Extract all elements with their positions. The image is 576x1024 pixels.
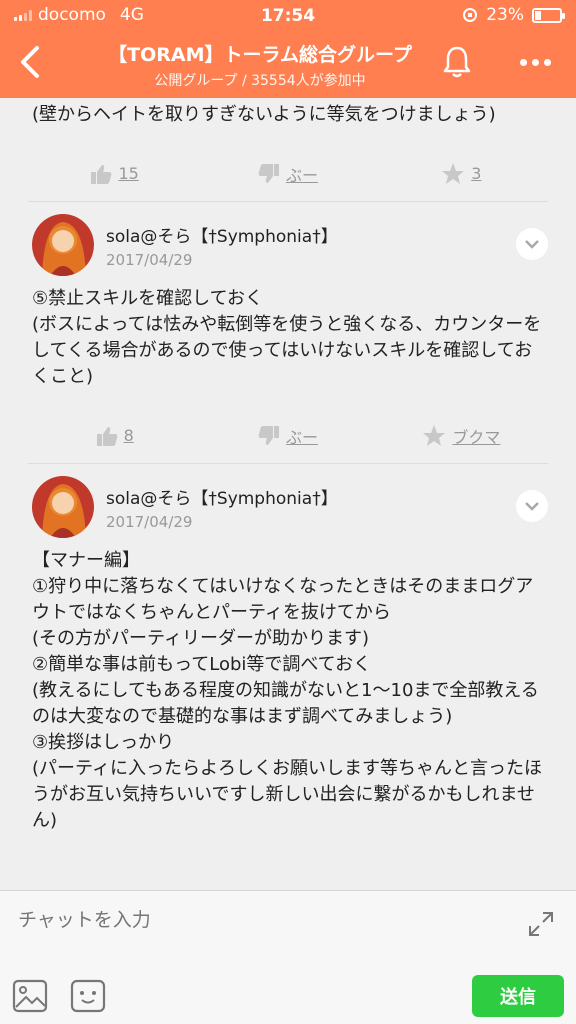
dot-icon: [519, 58, 527, 66]
bell-icon: [443, 46, 471, 78]
stamp-button[interactable]: [70, 979, 106, 1013]
dot-icon: [543, 58, 551, 66]
like-count: 8: [123, 426, 134, 445]
chat-input[interactable]: [18, 903, 498, 937]
previous-post-tail: (壁からヘイトを取りすぎないように等気をつけましょう): [32, 104, 496, 125]
send-button[interactable]: 送信: [472, 975, 564, 1017]
network-label: 4G: [119, 5, 144, 25]
status-bar: docomo 4G 17:54 23%: [0, 0, 576, 30]
thumbs-down-icon: [258, 163, 279, 183]
star-icon: [442, 162, 465, 184]
dislike-label: ぶー: [285, 165, 318, 185]
favorite-count: 3: [471, 164, 482, 183]
bookmark-button[interactable]: ブクマ: [375, 424, 548, 448]
post-item: sola@そら【†Symphonia†】 2017/04/29 【マナー編】 ①…: [0, 464, 576, 834]
chevron-down-icon: [525, 502, 539, 511]
post-actions: 8 ぶー ブクマ: [28, 408, 548, 464]
like-button[interactable]: 15: [28, 163, 201, 185]
message-list[interactable]: (壁からヘイトを取りすぎないように等気をつけましょう) 15 ぶー 3 sola…: [0, 98, 576, 890]
chevron-left-icon: [21, 46, 39, 78]
post-item: sola@そら【†Symphonia†】 2017/04/29 ⑤禁止スキルを確…: [0, 202, 576, 390]
carrier-label: docomo: [38, 5, 106, 25]
chevron-down-icon: [525, 240, 539, 249]
battery-icon: [532, 7, 565, 23]
post-menu-button[interactable]: [516, 490, 548, 522]
favorite-button[interactable]: 3: [375, 162, 548, 186]
post-date: 2017/04/29: [106, 513, 193, 531]
image-icon: [12, 979, 48, 1013]
dislike-button[interactable]: ぶー: [201, 162, 374, 186]
avatar[interactable]: [32, 214, 94, 276]
battery-percent: 23%: [486, 5, 524, 25]
chat-bar: 送信: [0, 890, 576, 1024]
post-actions: 15 ぶー 3: [28, 146, 548, 202]
post-body: ⑤禁止スキルを確認しておく (ボスによっては怯みや転倒等を使うと強くなる、カウン…: [32, 288, 542, 387]
thumbs-down-icon: [258, 425, 279, 445]
avatar[interactable]: [32, 476, 94, 538]
notification-button[interactable]: [438, 42, 476, 82]
image-button[interactable]: [12, 979, 48, 1013]
like-button[interactable]: 8: [28, 425, 201, 447]
app-header: docomo 4G 17:54 23% 【TORAM】トーラム総合グループ 公開…: [0, 0, 576, 98]
author-name[interactable]: sola@そら【†Symphonia†】: [106, 222, 338, 247]
author-name[interactable]: sola@そら【†Symphonia†】: [106, 484, 338, 509]
bookmark-label: ブクマ: [452, 427, 501, 447]
page-title: 【TORAM】トーラム総合グループ: [108, 44, 412, 66]
dislike-label: ぶー: [285, 427, 318, 447]
post-body: 【マナー編】 ①狩り中に落ちなくてはいけなくなったときはそのままログアウトではな…: [32, 550, 542, 831]
expand-button[interactable]: [526, 909, 556, 939]
group-subtitle: 公開グループ / 35554人が参加中: [154, 73, 366, 89]
like-count: 15: [118, 164, 139, 183]
thumbs-up-icon: [91, 164, 112, 184]
expand-icon: [529, 912, 553, 936]
smiley-icon: [70, 979, 106, 1013]
nav-bar: 【TORAM】トーラム総合グループ 公開グループ / 35554人が参加中: [0, 30, 576, 98]
dot-icon: [531, 58, 539, 66]
thumbs-up-icon: [96, 426, 117, 446]
back-button[interactable]: [10, 38, 50, 86]
group-title-block[interactable]: 【TORAM】トーラム総合グループ 公開グループ / 35554人が参加中: [90, 40, 430, 90]
post-date: 2017/04/29: [106, 251, 193, 269]
signal-icon: [14, 9, 32, 21]
star-icon: [423, 424, 446, 446]
post-menu-button[interactable]: [516, 228, 548, 260]
more-options-button[interactable]: [510, 44, 560, 80]
orientation-lock-icon: [463, 8, 478, 22]
dislike-button[interactable]: ぶー: [201, 424, 374, 448]
